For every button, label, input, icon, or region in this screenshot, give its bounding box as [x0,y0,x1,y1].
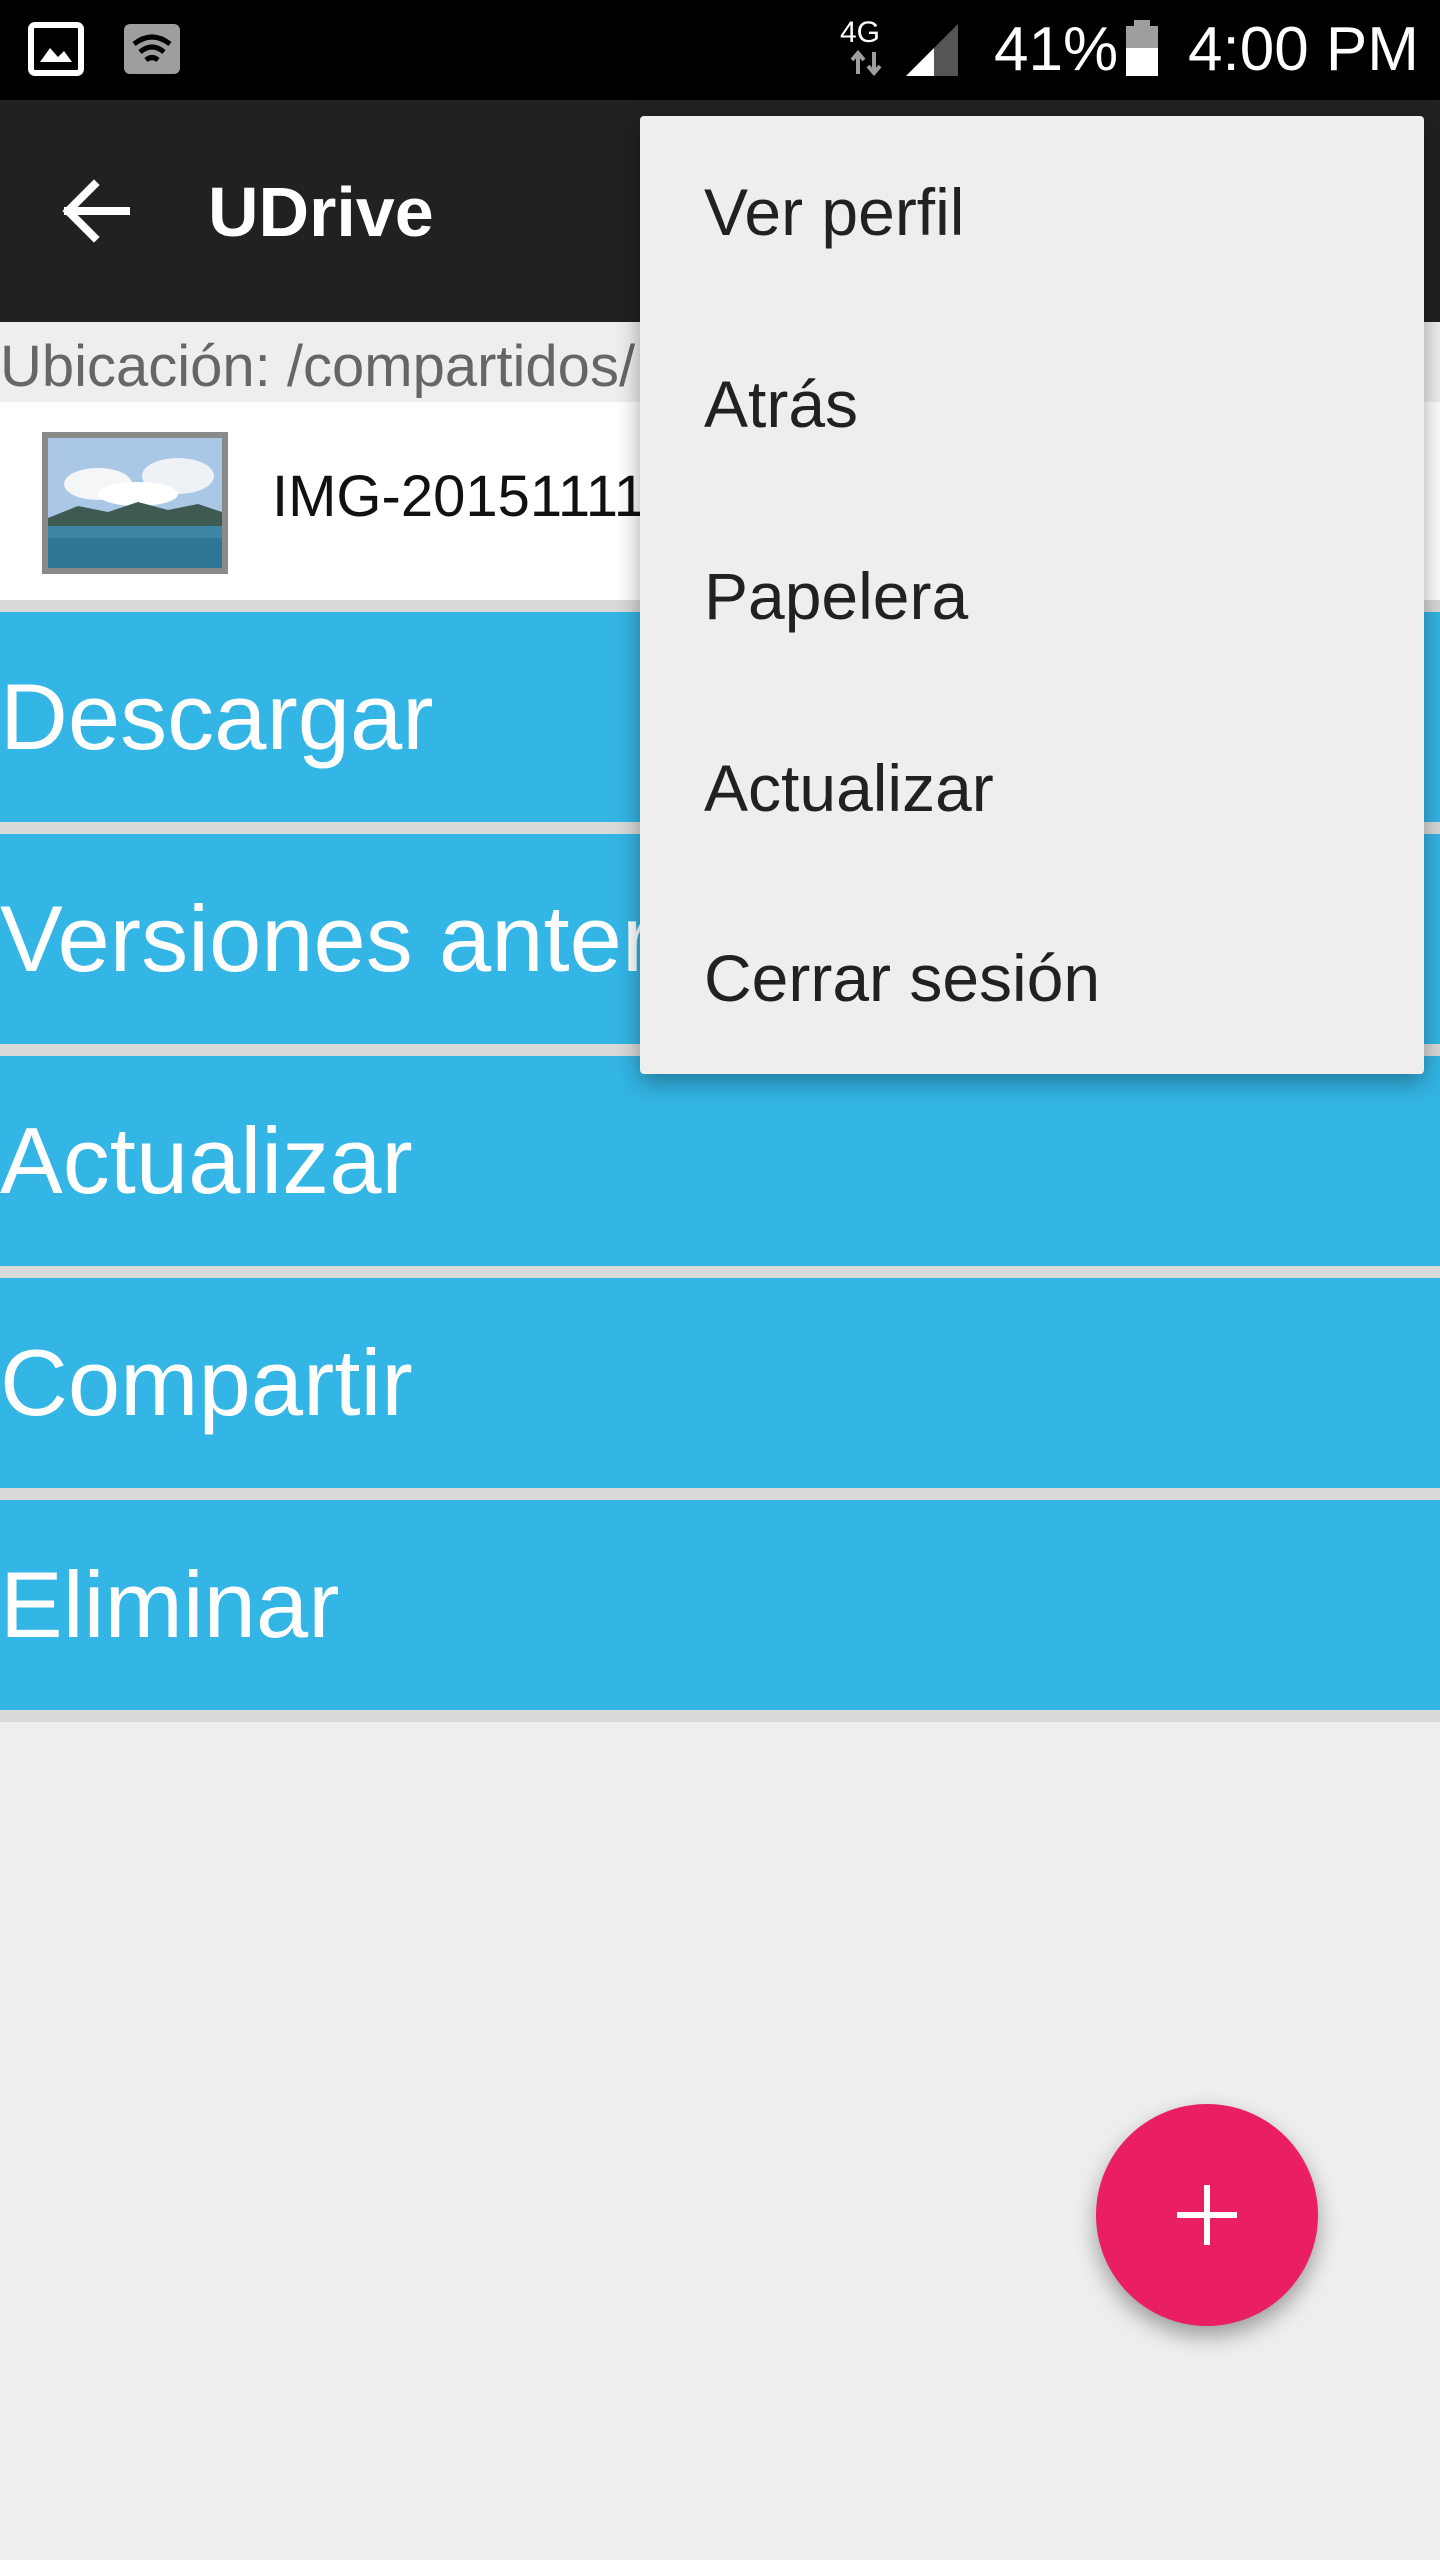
image-thumbnail [38,406,232,600]
share-button[interactable]: Compartir [0,1266,1440,1488]
data-arrows-icon [848,49,884,81]
menu-item-view-profile[interactable]: Ver perfil [640,116,1424,308]
divider [0,1710,1440,1722]
menu-item-back[interactable]: Atrás [640,308,1424,500]
clock: 4:00 PM [1188,15,1419,84]
overflow-menu: Ver perfil Atrás Papelera Actualizar Cer… [640,116,1424,1074]
app-title: UDrive [208,173,434,251]
file-name: IMG-20151111 [272,464,646,529]
back-arrow-icon [62,179,130,243]
delete-button[interactable]: Eliminar [0,1488,1440,1710]
status-bar: 4G 41% 4:00 PM [0,0,1440,100]
network-type-label: 4G [840,16,881,49]
update-button[interactable]: Actualizar [0,1044,1440,1266]
back-button[interactable] [50,166,140,256]
plus-icon [1177,2185,1237,2245]
menu-item-refresh[interactable]: Actualizar [640,692,1424,884]
menu-item-trash[interactable]: Papelera [640,500,1424,692]
battery-icon [1124,18,1160,83]
battery-percent: 41% [994,15,1119,84]
wifi-icon [122,22,182,81]
menu-item-logout[interactable]: Cerrar sesión [640,882,1424,1074]
signal-icon [904,22,960,83]
gallery-icon [28,22,84,81]
add-button[interactable] [1096,2104,1318,2326]
